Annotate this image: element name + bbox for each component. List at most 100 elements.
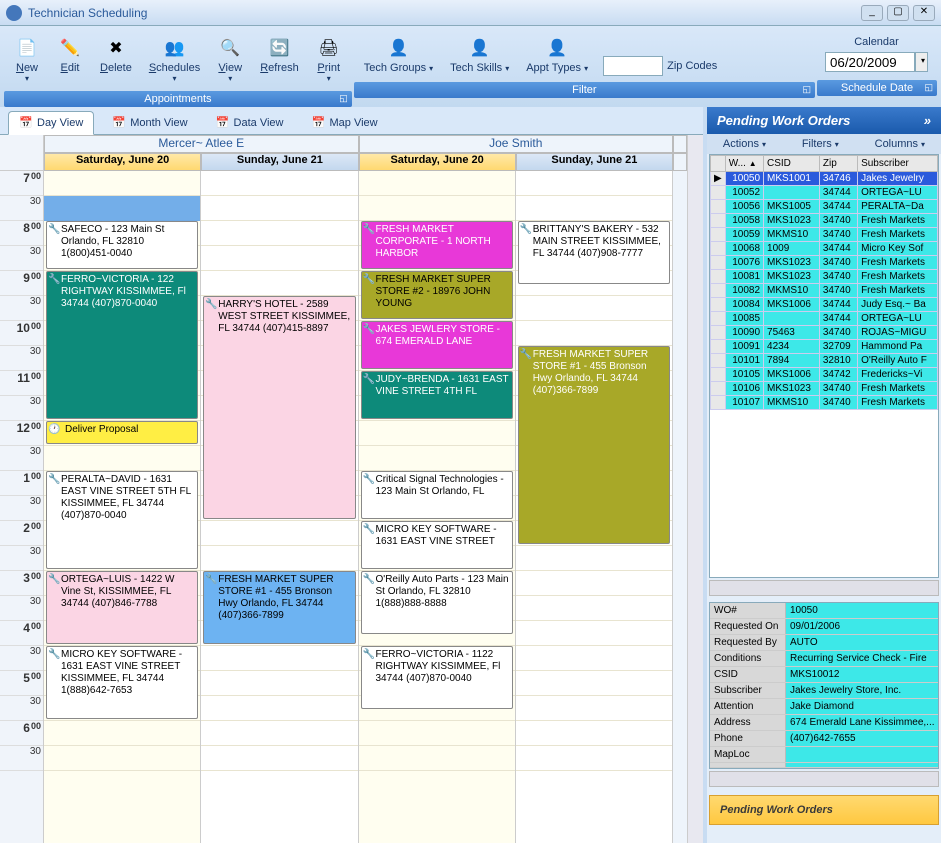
time-slot: 30 [0, 696, 43, 721]
refresh-button[interactable]: 🔄Refresh [252, 34, 307, 85]
minimize-button[interactable]: _ [861, 5, 883, 21]
vertical-scrollbar[interactable] [687, 135, 703, 843]
tab-data[interactable]: 📅Data View [206, 111, 294, 134]
clock-icon: 🕐 [48, 424, 60, 436]
time-slot: 30 [0, 746, 43, 771]
wrench-icon: 🔧 [48, 649, 60, 661]
schedule-grid[interactable]: 🔧SAFECO - 123 Main St Orlando, FL 32810 … [44, 171, 687, 843]
calendar-input[interactable] [825, 52, 915, 72]
wo-row[interactable]: 10058MKS102334740Fresh Markets [711, 214, 938, 228]
day-header[interactable]: Saturday, June 20 [359, 153, 516, 171]
pending-filters-button[interactable]: Filters [802, 138, 839, 150]
pending-actions-button[interactable]: Actions [723, 138, 766, 150]
appointment[interactable]: 🔧O'Reilly Auto Parts - 123 Main St Orlan… [361, 571, 513, 634]
appointment[interactable]: 🕐Deliver Proposal [46, 421, 198, 444]
wo-row[interactable]: 10081MKS102334740Fresh Markets [711, 270, 938, 284]
wo-column-header[interactable]: W... ▲ [725, 156, 763, 172]
calendar-dropdown-icon[interactable] [915, 52, 928, 72]
wo-column-header[interactable]: Zip [819, 156, 857, 172]
wo-row[interactable]: 10101789432810O'Reilly Auto F [711, 354, 938, 368]
tab-month[interactable]: 📅Month View [102, 111, 197, 134]
wrench-icon: 🔧 [48, 224, 60, 236]
wo-row[interactable]: 10068100934744Micro Key Sof [711, 242, 938, 256]
work-order-table[interactable]: W... ▲CSIDZipSubscriber▶10050MKS10013474… [709, 154, 939, 578]
appointment[interactable]: 🔧FERRO~VICTORIA - 122 RIGHTWAY KISSIMMEE… [46, 271, 198, 419]
technician-header[interactable]: Mercer~ Atlee E [44, 135, 359, 153]
wrench-icon: 🔧 [363, 374, 375, 386]
wo-row[interactable]: 10107MKMS1034740Fresh Markets [711, 396, 938, 410]
wo-row[interactable]: 10106MKS102334740Fresh Markets [711, 382, 938, 396]
wo-row[interactable]: 100907546334740ROJAS~MIGU [711, 326, 938, 340]
grid-column[interactable]: 🔧FRESH MARKET CORPORATE - 1 NORTH HARBOR… [359, 171, 516, 843]
pending-columns-button[interactable]: Columns [875, 138, 925, 150]
pending-footer[interactable]: Pending Work Orders [709, 795, 939, 825]
appointment[interactable]: 🔧SAFECO - 123 Main St Orlando, FL 32810 … [46, 221, 198, 269]
appointment[interactable]: 🔧MICRO KEY SOFTWARE - 1631 EAST VINE STR… [361, 521, 513, 569]
delete-button[interactable]: ✖Delete [92, 34, 140, 85]
pending-header: Pending Work Orders» [707, 107, 941, 134]
appttypes-icon: 👤 [545, 36, 569, 60]
wo-row[interactable]: ▶10050MKS100134746Jakes Jewelry [711, 172, 938, 186]
time-slot: 100 [0, 471, 43, 496]
tab-map[interactable]: 📅Map View [301, 111, 387, 134]
zip-input[interactable] [603, 56, 663, 76]
grid-column[interactable]: 🔧HARRY'S HOTEL - 2589 WEST STREET KISSIM… [201, 171, 358, 843]
technician-header[interactable]: Joe Smith [359, 135, 674, 153]
appointment[interactable]: 🔧PERALTA~DAVID - 1631 EAST VINE STREET 5… [46, 471, 198, 569]
appointment[interactable]: 🔧HARRY'S HOTEL - 2589 WEST STREET KISSIM… [203, 296, 355, 519]
table-hscroll[interactable] [709, 580, 939, 596]
wo-row[interactable]: 10056MKS100534744PERALTA~Da [711, 200, 938, 214]
new-button[interactable]: 📄New▾ [6, 34, 48, 85]
wo-detail-row: MapLoc [710, 747, 938, 763]
expand-icon[interactable]: » [924, 113, 931, 128]
appointment[interactable]: 🔧ORTEGA~LUIS - 1422 W Vine St, KISSIMMEE… [46, 571, 198, 644]
day-header[interactable]: Sunday, June 21 [516, 153, 673, 171]
wo-row[interactable]: 1005234744ORTEGA~LU [711, 186, 938, 200]
appttypes-button[interactable]: 👤Appt Types ▾ [518, 34, 596, 76]
wo-row[interactable]: 10084MKS100634744Judy Esq.~ Ba [711, 298, 938, 312]
wrench-icon: 🔧 [205, 299, 217, 311]
view-button[interactable]: 🔍View▾ [209, 34, 251, 85]
tab-day[interactable]: 📅Day View [8, 111, 94, 135]
wrench-icon: 🔧 [205, 574, 217, 586]
grid-column[interactable]: 🔧BRITTANY'S BAKERY - 532 MAIN STREET KIS… [516, 171, 673, 843]
appointment[interactable]: 🔧JAKES JEWLERY STORE - 674 EMERALD LANE [361, 321, 513, 369]
wo-column-header[interactable]: CSID [764, 156, 820, 172]
appointment[interactable]: 🔧BRITTANY'S BAKERY - 532 MAIN STREET KIS… [518, 221, 670, 284]
appointment[interactable]: 🔧JUDY~BRENDA - 1631 EAST VINE STREET 4TH… [361, 371, 513, 419]
wo-row[interactable]: 10082MKMS1034740Fresh Markets [711, 284, 938, 298]
day-tab-icon: 📅 [19, 116, 33, 130]
ribbon-section-filter: Filter◱ [354, 82, 815, 98]
day-header[interactable]: Saturday, June 20 [44, 153, 201, 171]
day-header[interactable]: Sunday, June 21 [201, 153, 358, 171]
appointment[interactable]: 🔧Critical Signal Technologies - 123 Main… [361, 471, 513, 519]
appointment[interactable]: 🔧FRESH MARKET SUPER STORE #2 - 18976 JOH… [361, 271, 513, 319]
close-button[interactable]: ✕ [913, 5, 935, 21]
print-button[interactable]: 🖨Print▾ [308, 34, 350, 85]
maximize-button[interactable]: ▢ [887, 5, 909, 21]
wo-row[interactable]: 10059MKMS1034740Fresh Markets [711, 228, 938, 242]
appointment[interactable]: 🔧FRESH MARKET SUPER STORE #1 - 455 Brons… [203, 571, 355, 644]
detail-hscroll[interactable] [709, 771, 939, 787]
appointment[interactable]: 🔧FERRO~VICTORIA - 1122 RIGHTWAY KISSIMME… [361, 646, 513, 709]
time-slot: 30 [0, 596, 43, 621]
time-slot: 30 [0, 446, 43, 471]
appointment[interactable]: 🔧MICRO KEY SOFTWARE - 1631 EAST VINE STR… [46, 646, 198, 719]
print-icon: 🖨 [317, 36, 341, 60]
wrench-icon: 🔧 [363, 224, 375, 236]
wo-row[interactable]: 10105MKS100634742Fredericks~Vi [711, 368, 938, 382]
techgroups-button[interactable]: 👤Tech Groups ▾ [356, 34, 441, 76]
wo-row[interactable]: 10091423432709Hammond Pa [711, 340, 938, 354]
schedules-button[interactable]: 👥Schedules▾ [141, 34, 208, 85]
edit-button[interactable]: ✏️Edit [49, 34, 91, 85]
wo-row[interactable]: 1008534744ORTEGA~LU [711, 312, 938, 326]
appointment[interactable]: 🔧FRESH MARKET SUPER STORE #1 - 455 Brons… [518, 346, 670, 544]
grid-column[interactable]: 🔧SAFECO - 123 Main St Orlando, FL 32810 … [44, 171, 201, 843]
techskills-button[interactable]: 👤Tech Skills ▾ [442, 34, 517, 76]
wo-detail-row [710, 763, 938, 768]
wrench-icon: 🔧 [48, 474, 60, 486]
wo-column-header[interactable]: Subscriber [858, 156, 938, 172]
ribbon-section-schedule: Schedule Date◱ [817, 80, 937, 96]
appointment[interactable]: 🔧FRESH MARKET CORPORATE - 1 NORTH HARBOR [361, 221, 513, 269]
wo-row[interactable]: 10076MKS102334740Fresh Markets [711, 256, 938, 270]
